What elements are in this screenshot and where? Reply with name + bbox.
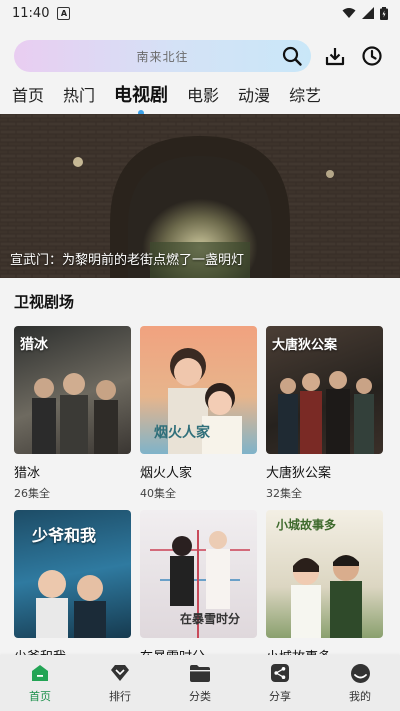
nav-profile-label: 我的 xyxy=(349,690,371,703)
drama-poster: 少爷和我 xyxy=(14,510,131,638)
poster-figures xyxy=(36,570,106,638)
wifi-icon xyxy=(342,8,356,18)
drama-poster: 猎冰 xyxy=(14,326,131,454)
history-button[interactable] xyxy=(358,42,386,70)
hero-banner[interactable]: 宣武门：为黎明前的老街点燃了一盏明灯 xyxy=(0,114,400,278)
home-icon xyxy=(32,665,48,681)
nav-category[interactable]: 分类 xyxy=(170,662,230,704)
nav-share-label: 分享 xyxy=(269,690,291,703)
drama-card[interactable]: 烟火人家 烟火人家 40集全 xyxy=(140,326,257,501)
section-title: 卫视剧场 xyxy=(14,293,75,311)
drama-poster: 烟火人家 xyxy=(140,326,257,454)
battery-icon xyxy=(380,6,388,20)
drama-poster: 小城故事多 xyxy=(266,510,383,638)
poster-title: 烟火人家 xyxy=(154,425,210,441)
tab-movie[interactable]: 电影 xyxy=(187,82,219,108)
search-input[interactable]: 南来北往 xyxy=(14,40,311,72)
tab-anime[interactable]: 动漫 xyxy=(238,82,270,108)
drama-name: 烟火人家 xyxy=(140,466,193,481)
tab-tv-series[interactable]: 电视剧 xyxy=(114,81,168,116)
nav-category-label: 分类 xyxy=(189,690,211,703)
tab-hot[interactable]: 热门 xyxy=(63,82,95,108)
drama-card[interactable]: 猎冰 猎冰 26集全 xyxy=(14,326,131,501)
nav-profile[interactable]: 我的 xyxy=(330,662,390,704)
poster-figures xyxy=(278,371,374,454)
drama-episodes: 40集全 xyxy=(140,487,176,500)
drama-card[interactable]: 少爷和我 少爷和我 xyxy=(14,510,131,669)
share-icon xyxy=(271,664,289,682)
drama-name: 大唐狄公案 xyxy=(266,466,332,481)
drama-card[interactable]: 小城故事多 小城故事多 xyxy=(266,510,383,669)
drama-card[interactable]: 在暴雪时分 在暴雪时分 xyxy=(140,510,257,669)
profile-icon xyxy=(350,663,370,683)
poster-figures xyxy=(291,555,362,638)
a-badge-icon: A xyxy=(57,6,71,20)
drama-poster: 大唐狄公案 xyxy=(266,326,383,454)
drama-episodes: 26集全 xyxy=(14,487,50,500)
download-button[interactable] xyxy=(321,42,349,70)
nav-rank[interactable]: 排行 xyxy=(90,662,150,704)
drama-name: 猎冰 xyxy=(14,466,41,481)
tab-variety[interactable]: 综艺 xyxy=(289,82,321,108)
search-placeholder: 南来北往 xyxy=(136,49,189,64)
poster-figures xyxy=(32,373,118,454)
status-bar: 11:40 A xyxy=(0,0,400,26)
nav-rank-label: 排行 xyxy=(109,690,131,703)
bottom-navigation: 首页 排行 分类 分享 我的 xyxy=(0,655,400,711)
tab-home[interactable]: 首页 xyxy=(12,82,44,108)
drama-episodes: 32集全 xyxy=(266,487,302,500)
download-icon xyxy=(325,48,344,66)
search-header: 南来北往 xyxy=(14,38,386,74)
poster-title: 在暴雪时分 xyxy=(180,612,241,626)
status-time: 11:40 xyxy=(12,5,50,21)
banner-caption: 宣武门：为黎明前的老街点燃了一盏明灯 xyxy=(10,253,245,268)
category-tabs: 首页 热门 电视剧 电影 动漫 综艺 xyxy=(0,80,400,116)
drama-poster: 在暴雪时分 xyxy=(140,510,257,638)
rank-icon xyxy=(111,665,129,681)
nav-home-label: 首页 xyxy=(29,690,51,703)
nav-share[interactable]: 分享 xyxy=(250,662,310,704)
folder-icon xyxy=(190,664,210,682)
history-clock-icon xyxy=(362,46,382,66)
drama-card[interactable]: 大唐狄公案 大唐狄公案 32集全 xyxy=(266,326,383,501)
search-icon[interactable] xyxy=(281,45,303,67)
nav-home[interactable]: 首页 xyxy=(10,662,70,704)
signal-icon xyxy=(362,7,374,19)
